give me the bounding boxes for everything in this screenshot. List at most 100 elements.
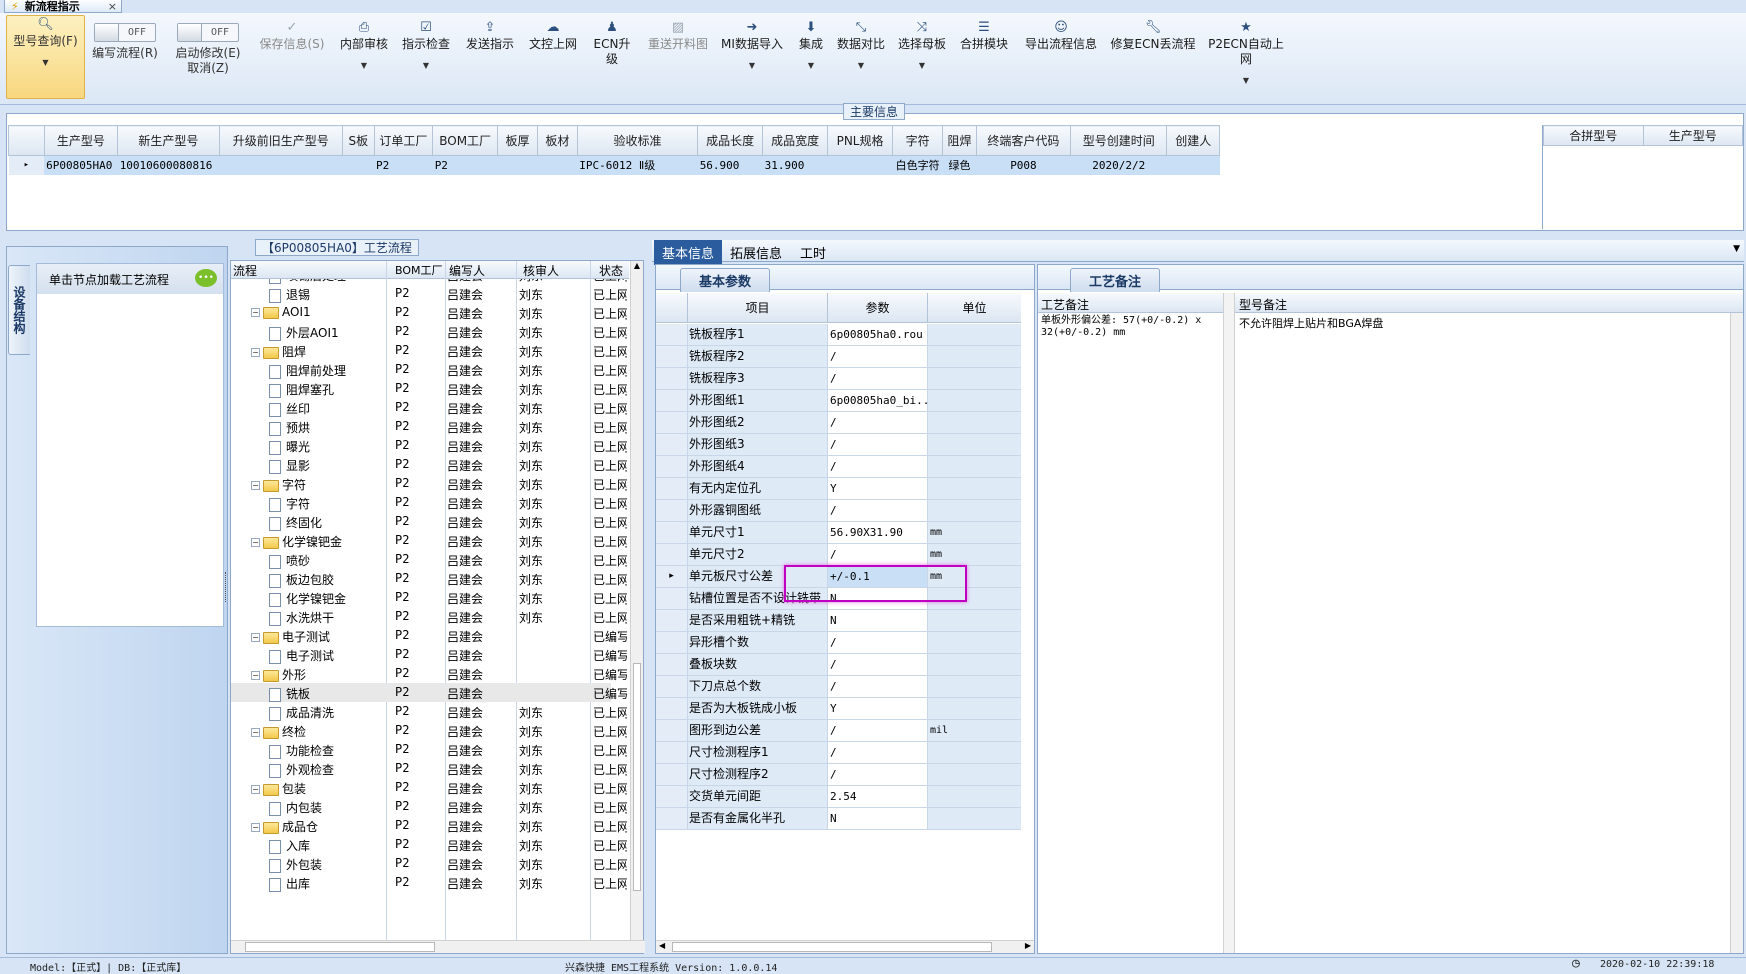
main-info-col[interactable]: 生产型号 (43, 125, 119, 156)
tab-process-notes[interactable]: 工艺备注 (1070, 268, 1161, 292)
param-value[interactable]: / (828, 742, 928, 763)
tree-node[interactable]: 预烘 (269, 419, 310, 436)
tree-row[interactable]: 字符 P2 吕建会 刘东 已上网 (231, 493, 627, 512)
tab-equipment-structure[interactable]: 设备结构 (8, 265, 30, 355)
tab-work-hours[interactable]: 工时 (800, 243, 826, 262)
chevron-down-icon[interactable]: ▼ (720, 58, 784, 73)
tree-node[interactable]: 喷砂 (269, 552, 310, 569)
tree-row[interactable]: − 化学镍钯金 P2 吕建会 刘东 已上网 (231, 531, 627, 550)
tree-row[interactable]: 铣板 P2 吕建会 已编写 (231, 683, 627, 702)
production-model-header[interactable]: 生产型号 (1642, 125, 1743, 146)
main-info-cell[interactable]: IPC-6012 Ⅱ级 (577, 155, 698, 175)
param-row[interactable]: 单元尺寸1 56.90X31.90 mm (656, 522, 1021, 544)
chevron-down-icon[interactable]: ▼ (1204, 73, 1288, 88)
main-info-cell[interactable]: 2020/2/2 (1070, 155, 1167, 175)
param-row[interactable]: 下刀点总个数 / (656, 676, 1021, 698)
main-info-col[interactable]: 阻焊 (942, 125, 977, 156)
tab-basic-params[interactable]: 基本参数 (680, 268, 771, 292)
main-info-col[interactable]: 验收标准 (576, 125, 699, 156)
tree-row[interactable]: − 成品仓 P2 吕建会 刘东 已上网 (231, 816, 627, 835)
ecn-upgrade-button[interactable]: ♟ ECN升级 (588, 19, 636, 67)
collapse-icon[interactable]: − (251, 728, 260, 737)
param-row[interactable]: 外形图纸2/ (656, 412, 1021, 434)
internal-review-button[interactable]: ⎙ 内部审核 ▼ (336, 19, 392, 73)
main-info-cell[interactable]: 10010600080816 (117, 155, 219, 175)
main-info-cell[interactable]: 31.900 (762, 155, 828, 175)
tree-node[interactable]: 出库 (269, 875, 310, 892)
col-process-note[interactable]: 工艺备注 (1041, 296, 1089, 313)
main-info-col[interactable]: 终端客户代码 (975, 125, 1072, 156)
main-info-cell[interactable]: 白色字符 (892, 155, 943, 175)
tree-node[interactable]: 功能检查 (269, 742, 334, 759)
tree-node[interactable]: 退锡 (269, 286, 310, 303)
tree-node[interactable]: 显影 (269, 457, 310, 474)
param-row[interactable]: 异形槽个数 / (656, 632, 1021, 654)
main-info-cell[interactable]: 绿色 (942, 155, 977, 175)
merge-module-button[interactable]: ☰ 合拼模块 (958, 19, 1010, 52)
mi-import-button[interactable]: ➜ MI数据导入 ▼ (720, 19, 784, 73)
tree-node[interactable]: 铣板 (269, 685, 310, 702)
tree-node[interactable]: 成品清洗 (269, 704, 334, 721)
main-info-cell[interactable]: P008 (976, 155, 1071, 175)
main-info-cell[interactable]: P2 (374, 155, 433, 175)
tree-node[interactable]: − AOI1 (251, 305, 311, 319)
write-flow-toggle[interactable]: OFF 编写流程(R) (90, 23, 160, 71)
integrate-button[interactable]: ⬇ 集成 ▼ (794, 19, 828, 73)
splitter-handle[interactable] (225, 572, 229, 602)
main-info-col[interactable]: 板材 (536, 125, 578, 156)
main-info-col[interactable]: 创建人 (1166, 125, 1220, 156)
tree-row[interactable]: 水洗烘干 P2 吕建会 刘东 已上网 (231, 607, 627, 626)
merge-model-header[interactable]: 合拼型号 (1543, 125, 1644, 146)
main-info-cell[interactable] (497, 155, 538, 175)
param-value[interactable]: 56.90X31.90 (828, 522, 928, 543)
tree-row[interactable]: − 字符 P2 吕建会 刘东 已上网 (231, 474, 627, 493)
flow-vscroll[interactable]: ▲ (630, 261, 643, 941)
param-value[interactable]: N (828, 808, 928, 829)
p2ecn-upload-button[interactable]: ★ P2ECN自动上网 ▼ (1204, 19, 1288, 88)
col-flow[interactable]: 流程 (233, 262, 257, 279)
tree-node[interactable]: − 字符 (251, 476, 306, 493)
param-value[interactable]: / (828, 500, 928, 521)
main-info-col[interactable]: 成品长度 (697, 125, 764, 156)
tree-row[interactable]: 显影 P2 吕建会 刘东 已上网 (231, 455, 627, 474)
tree-node[interactable]: − 终检 (251, 723, 306, 740)
close-icon[interactable]: × (108, 0, 117, 12)
tree-row[interactable]: 成品清洗 P2 吕建会 刘东 已上网 (231, 702, 627, 721)
save-info-button[interactable]: ✓ 保存信息(S) (256, 19, 328, 52)
node-list[interactable]: 单击节点加载工艺流程 ••• (36, 263, 224, 627)
tree-row[interactable]: 阻焊前处理 P2 吕建会 刘东 已上网 (231, 360, 627, 379)
tree-node[interactable]: 外层AOI1 (269, 324, 339, 341)
tree-node[interactable]: − 阻焊 (251, 343, 306, 360)
tree-node[interactable]: 水洗烘干 (269, 609, 334, 626)
tree-row[interactable]: 电子测试 P2 吕建会 已编写 (231, 645, 627, 664)
tree-node[interactable]: 电子测试 (269, 647, 334, 664)
note-scroll[interactable] (1223, 293, 1235, 953)
tree-row[interactable]: − 阻焊 P2 吕建会 刘东 已上网 (231, 341, 627, 360)
cancel-label[interactable]: 取消(Z) (187, 61, 229, 75)
tree-row[interactable]: − AOI1 P2 吕建会 刘东 已上网 (231, 303, 627, 322)
col-status[interactable]: 状态 (599, 262, 623, 279)
main-info-cell[interactable]: 6P00805HA0 (44, 155, 118, 175)
main-info-cell[interactable] (1166, 155, 1220, 175)
tree-node[interactable]: − 电子测试 (251, 628, 330, 645)
param-value[interactable]: N (828, 610, 928, 631)
tree-row[interactable]: 功能检查 P2 吕建会 刘东 已上网 (231, 740, 627, 759)
param-value[interactable]: / (828, 368, 928, 389)
flow-tree[interactable]: 喷锡后处理P2吕建会刘东已上网退锡P2吕建会刘东已上网−AOI1P2吕建会刘东已… (231, 279, 629, 939)
doc-upload-button[interactable]: ☁ 文控上网 (526, 19, 580, 52)
main-info-col[interactable]: BOM工厂 (432, 125, 499, 156)
tree-row[interactable]: 阻焊塞孔 P2 吕建会 刘东 已上网 (231, 379, 627, 398)
tree-node[interactable]: 丝印 (269, 400, 310, 417)
main-info-col[interactable]: 板厚 (497, 125, 538, 156)
param-row[interactable]: 是否有金属化半孔 N (656, 808, 1021, 830)
main-info-col[interactable]: 升级前旧生产型号 (218, 125, 344, 156)
main-info-cell[interactable] (342, 155, 375, 175)
document-tab[interactable]: ⚡ 新流程指示 × (4, 0, 122, 13)
tree-node[interactable]: 化学镍钯金 (269, 590, 346, 607)
tree-node[interactable]: 外观检查 (269, 761, 334, 778)
param-value[interactable]: 2.54 (828, 786, 928, 807)
tree-row[interactable]: 曝光 P2 吕建会 刘东 已上网 (231, 436, 627, 455)
main-info-cell[interactable]: 56.900 (697, 155, 763, 175)
param-value[interactable]: 6p00805ha0.rou (828, 324, 928, 345)
chevron-down-icon[interactable]: ▼ (794, 58, 828, 73)
